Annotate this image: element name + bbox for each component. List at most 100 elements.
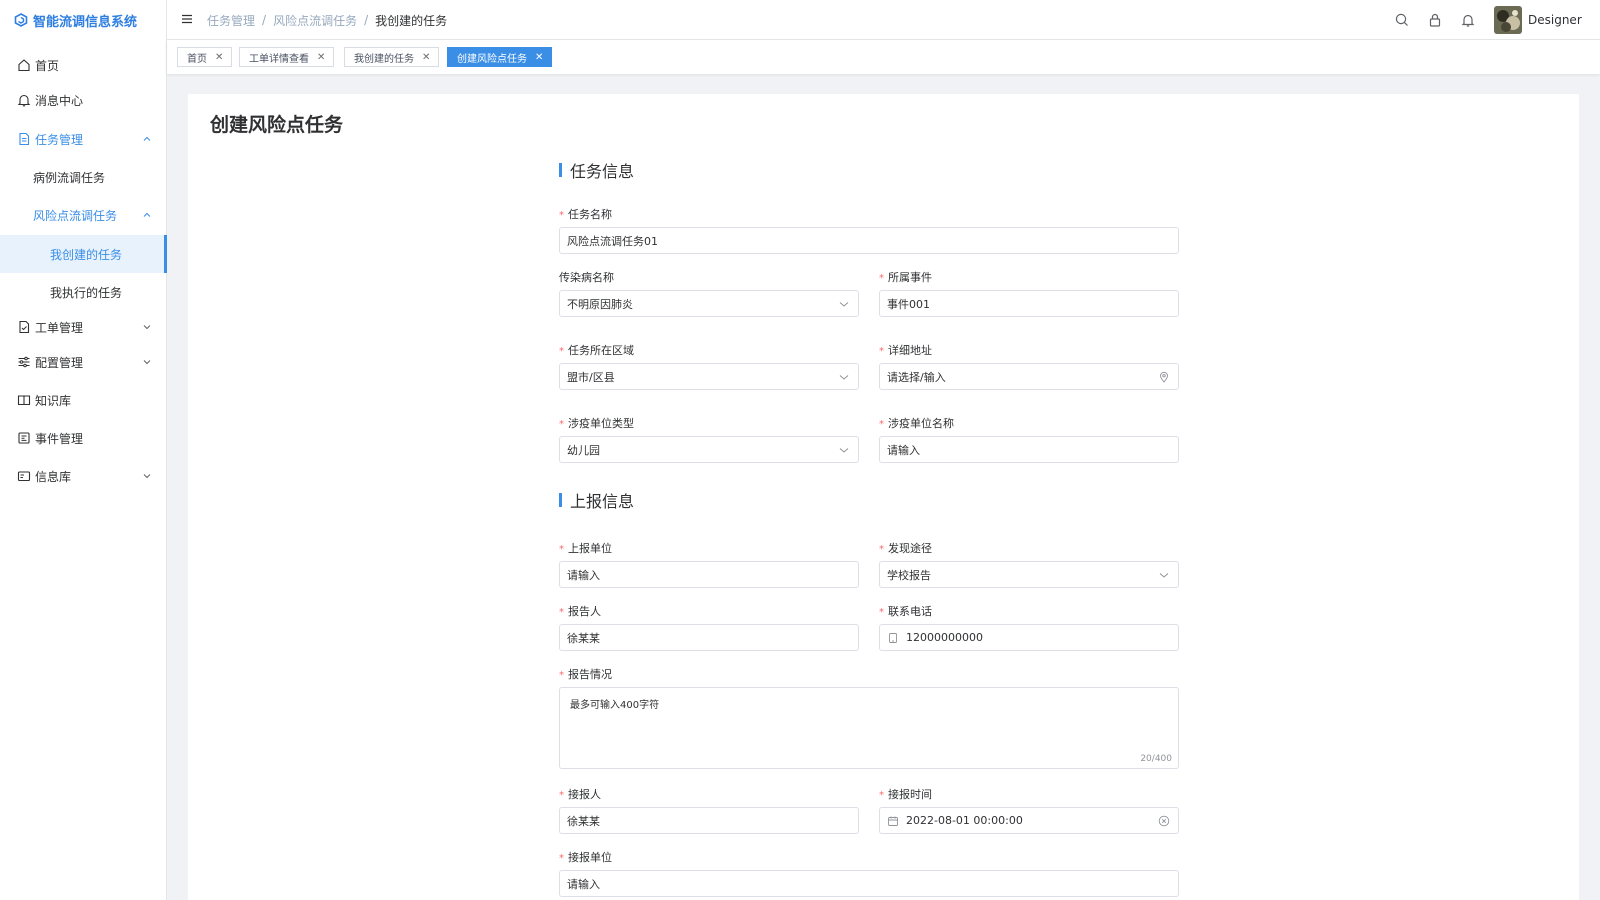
notification-bell-icon[interactable] xyxy=(1460,12,1476,28)
required-mark: * xyxy=(559,544,564,555)
close-icon[interactable]: ✕ xyxy=(535,52,543,63)
breadcrumb-current: 我创建的任务 xyxy=(375,13,448,28)
receiver-input[interactable]: 徐某某 xyxy=(559,807,859,834)
receive-time-label: * 接报时间 xyxy=(879,788,932,801)
chevron-down-icon xyxy=(1158,569,1170,581)
tag-my-created-tasks[interactable]: 我创建的任务 ✕ xyxy=(344,47,440,67)
sidebar-item-case-tasks[interactable]: 病例流调任务 xyxy=(0,158,166,196)
sidebar-item-my-created-tasks[interactable]: 我创建的任务 xyxy=(0,235,167,273)
receive-time-picker[interactable]: 2022-08-01 00:00:00 xyxy=(879,807,1179,834)
disease-select[interactable]: 不明原因肺炎 xyxy=(559,290,859,317)
task-name-input[interactable]: 风险点流调任务01 xyxy=(559,227,1179,254)
required-mark: * xyxy=(879,790,884,801)
bell-icon xyxy=(17,93,31,107)
task-name-label: * 任务名称 xyxy=(559,208,612,221)
required-mark: * xyxy=(879,346,884,357)
breadcrumb-item[interactable]: 任务管理 xyxy=(207,12,255,29)
sidebar-item-knowledge-base[interactable]: 知识库 xyxy=(0,381,166,419)
top-navbar: 任务管理 / 风险点流调任务 / 我创建的任务 Designer xyxy=(167,0,1600,40)
breadcrumb-item[interactable]: 风险点流调任务 xyxy=(273,12,357,29)
region-label: * 任务所在区域 xyxy=(559,344,634,357)
sidebar-item-task-management[interactable]: 任务管理 xyxy=(0,120,166,158)
app-logo-icon xyxy=(14,13,28,27)
phone-input[interactable]: 12000000000 xyxy=(879,624,1179,651)
required-mark: * xyxy=(559,210,564,221)
event-input[interactable]: 事件001 xyxy=(879,290,1179,317)
unit-type-select[interactable]: 幼儿园 xyxy=(559,436,859,463)
search-icon[interactable] xyxy=(1394,12,1410,28)
close-icon[interactable]: ✕ xyxy=(317,52,325,63)
sidebar-item-messages[interactable]: 消息中心 xyxy=(0,81,166,119)
page-title: 创建风险点任务 xyxy=(210,114,344,136)
book-icon xyxy=(17,393,31,407)
required-mark: * xyxy=(559,853,564,864)
sidebar-item-configuration[interactable]: 配置管理 xyxy=(0,343,166,381)
tag-label: 首页 xyxy=(187,53,207,65)
sidebar-item-my-executed-tasks[interactable]: 我执行的任务 xyxy=(0,273,166,311)
required-mark: * xyxy=(559,790,564,801)
tags-view-bar: 首页 ✕ 工单详情查看 ✕ 我创建的任务 ✕ 创建风险点任务 ✕ xyxy=(167,40,1600,74)
section-marker xyxy=(559,163,562,177)
chevron-down-icon xyxy=(142,322,152,332)
sidebar-item-label: 我创建的任务 xyxy=(50,247,123,262)
section-title: 上报信息 xyxy=(570,492,635,511)
discovery-select[interactable]: 学校报告 xyxy=(879,561,1179,588)
sidebar: 智能流调信息系统 首页 消息中心 任务管理 病例流调任务 风险点流调任务 我创建… xyxy=(0,0,167,900)
sidebar-item-risk-tasks[interactable]: 风险点流调任务 xyxy=(0,196,166,234)
document-icon xyxy=(17,132,31,146)
location-pin-icon[interactable] xyxy=(1158,371,1170,383)
app-title: 智能流调信息系统 xyxy=(33,14,138,30)
required-mark: * xyxy=(559,670,564,681)
tag-label: 工单详情查看 xyxy=(249,53,309,65)
discovery-label: * 发现途径 xyxy=(879,542,932,555)
reporter-input[interactable]: 徐某某 xyxy=(559,624,859,651)
username[interactable]: Designer xyxy=(1528,0,1582,40)
sidebar-item-info-base[interactable]: 信息库 xyxy=(0,457,166,495)
event-label: * 所属事件 xyxy=(879,271,932,284)
tag-create-risk-task[interactable]: 创建风险点任务 ✕ xyxy=(447,47,553,67)
tag-work-order-detail[interactable]: 工单详情查看 ✕ xyxy=(239,47,335,67)
region-select[interactable]: 盟市/区县 xyxy=(559,363,859,390)
sidebar-item-label: 首页 xyxy=(35,58,60,73)
sidebar-item-events[interactable]: 事件管理 xyxy=(0,419,166,457)
chevron-down-icon xyxy=(142,357,152,367)
char-counter: 20/400 xyxy=(1140,754,1172,764)
address-input[interactable]: 请选择/输入 xyxy=(879,363,1179,390)
section-marker xyxy=(559,493,562,507)
sidebar-item-home[interactable]: 首页 xyxy=(0,46,166,84)
section-title-report-info: 上报信息 xyxy=(559,488,634,512)
report-unit-input[interactable]: 请输入 xyxy=(559,561,859,588)
avatar[interactable] xyxy=(1494,6,1522,34)
section-title: 任务信息 xyxy=(570,162,635,181)
sidebar-item-label: 风险点流调任务 xyxy=(33,208,118,223)
checklist-icon xyxy=(17,320,31,334)
required-mark: * xyxy=(879,607,884,618)
receiver-label: * 接报人 xyxy=(559,788,601,801)
phone-icon xyxy=(887,632,899,644)
lock-icon[interactable] xyxy=(1427,12,1443,28)
clear-icon[interactable] xyxy=(1158,815,1170,827)
sidebar-item-work-orders[interactable]: 工单管理 xyxy=(0,308,166,346)
required-mark: * xyxy=(879,273,884,284)
sliders-icon xyxy=(17,355,31,369)
receive-unit-input[interactable]: 请输入 xyxy=(559,870,1179,897)
address-label: * 详细地址 xyxy=(879,344,932,357)
form-card: 创建风险点任务 任务信息 * 任务名称 风险点流调任务01 传染病名称 不明原因肺… xyxy=(188,94,1579,900)
close-icon[interactable]: ✕ xyxy=(215,52,223,63)
chevron-down-icon xyxy=(142,471,152,481)
tag-label: 创建风险点任务 xyxy=(457,53,527,65)
unit-name-input[interactable]: 请输入 xyxy=(879,436,1179,463)
required-mark: * xyxy=(559,419,564,430)
close-icon[interactable]: ✕ xyxy=(422,52,430,63)
disease-label: 传染病名称 xyxy=(559,271,614,284)
situation-textarea[interactable]: 最多可输入400字符 20/400 xyxy=(559,687,1179,769)
app-brand[interactable]: 智能流调信息系统 xyxy=(0,0,166,40)
breadcrumb: 任务管理 / 风险点流调任务 / 我创建的任务 xyxy=(207,0,447,40)
tag-home[interactable]: 首页 ✕ xyxy=(177,47,233,67)
reporter-label: * 报告人 xyxy=(559,605,601,618)
unit-name-label: * 涉疫单位名称 xyxy=(879,417,954,430)
breadcrumb-separator: / xyxy=(262,13,267,27)
required-mark: * xyxy=(559,607,564,618)
required-mark: * xyxy=(559,346,564,357)
menu-toggle-icon[interactable] xyxy=(181,13,193,25)
